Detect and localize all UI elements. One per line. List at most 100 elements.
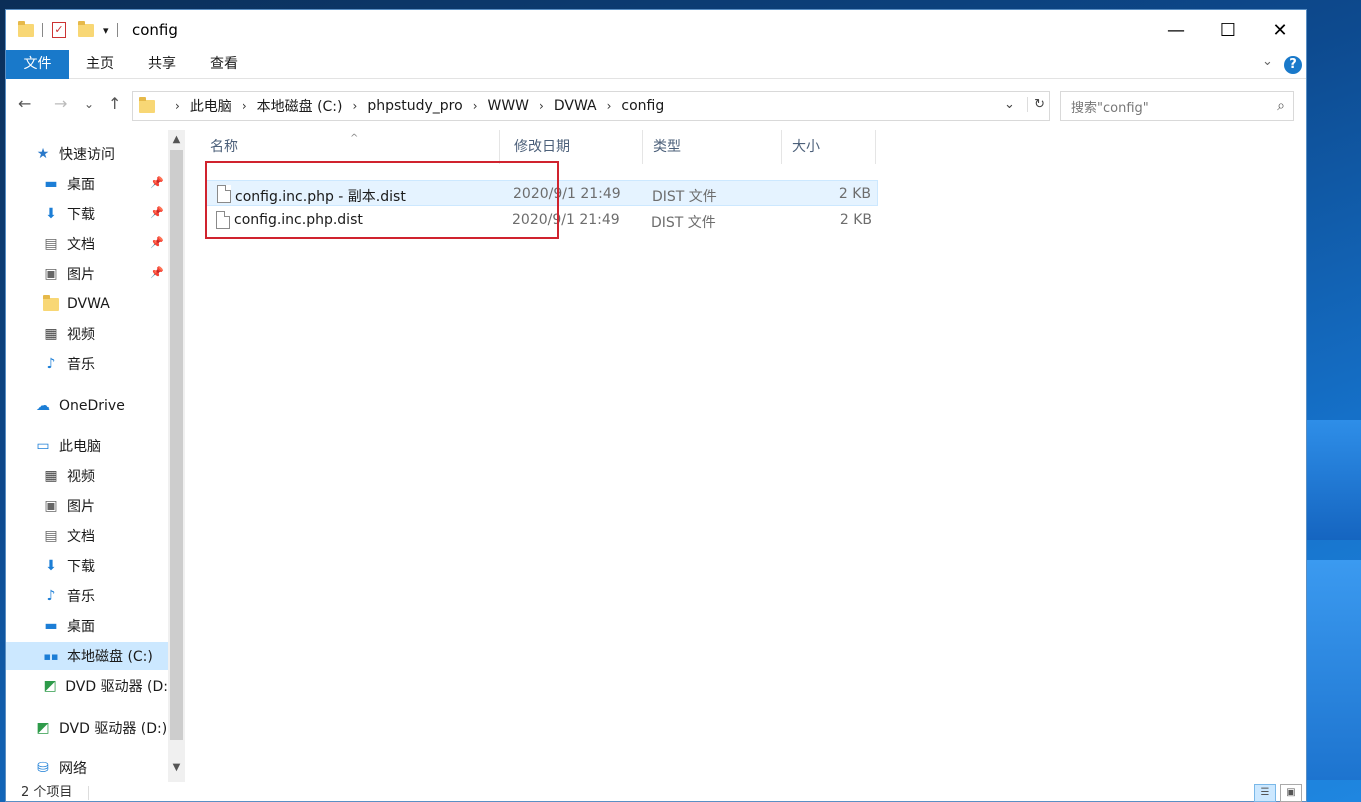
nav-pc-music[interactable]: ♪ 音乐 <box>6 582 168 610</box>
nav-dvd-drive[interactable]: ◩ DVD 驱动器 (D:) <box>6 714 168 742</box>
address-history-icon[interactable]: ⌄ <box>1004 97 1015 112</box>
title-bar: ✓ ▾ config — ☐ ✕ <box>6 10 1306 50</box>
up-icon[interactable]: ↑ <box>108 94 121 113</box>
nav-this-pc[interactable]: ▭ 此电脑 <box>6 432 168 460</box>
nav-pc-desktop[interactable]: ▬ 桌面 <box>6 612 168 640</box>
nav-pc-c-drive[interactable]: ▪▪ 本地磁盘 (C:) <box>6 642 168 670</box>
nav-item-documents[interactable]: ▤ 文档 📌 <box>6 230 168 258</box>
breadcrumb-www[interactable]: WWW <box>488 98 530 114</box>
navigation-pane: ★ 快速访问 ▬ 桌面 📌 ⬇ 下载 📌 ▤ 文档 📌 ▣ 图片 📌 DVWA <box>6 130 186 782</box>
desktop-icon: ▬ <box>44 176 58 192</box>
nav-pc-downloads[interactable]: ⬇ 下载 <box>6 552 168 580</box>
annotation-highlight-box <box>205 161 559 239</box>
nav-item-pictures[interactable]: ▣ 图片 📌 <box>6 260 168 288</box>
breadcrumb-phpstudy[interactable]: phpstudy_pro <box>367 98 462 114</box>
minimize-button[interactable]: — <box>1150 10 1202 50</box>
divider <box>116 23 118 37</box>
breadcrumb-dvwa[interactable]: DVWA <box>554 98 597 114</box>
back-icon[interactable]: ← <box>18 94 31 113</box>
cloud-icon: ☁ <box>36 398 50 414</box>
tab-view[interactable]: 查看 <box>202 50 246 79</box>
breadcrumb-separator[interactable]: › <box>473 99 478 113</box>
maximize-button[interactable]: ☐ <box>1202 10 1254 50</box>
nav-label: 下载 <box>67 207 95 223</box>
divider <box>42 23 43 37</box>
recent-locations-icon[interactable]: ⌄ <box>84 97 94 111</box>
nav-label: DVD 驱动器 (D: <box>65 679 168 695</box>
breadcrumb-separator[interactable]: › <box>175 99 180 113</box>
nav-item-desktop[interactable]: ▬ 桌面 📌 <box>6 170 168 198</box>
large-icons-view-icon[interactable]: ▣ <box>1280 784 1302 802</box>
nav-item-videos[interactable]: ▦ 视频 <box>6 320 168 348</box>
music-icon: ♪ <box>46 356 56 372</box>
help-icon[interactable]: ? <box>1284 56 1302 74</box>
nav-pc-pictures[interactable]: ▣ 图片 <box>6 492 168 520</box>
column-header-modified[interactable]: 修改日期 <box>504 130 643 164</box>
tab-file[interactable]: 文件 <box>6 50 69 79</box>
nav-label: 桌面 <box>67 177 95 193</box>
explorer-window: ✓ ▾ config — ☐ ✕ 文件 主页 共享 查看 ⌄ ? ← → ⌄ ↑… <box>5 9 1307 802</box>
address-bar[interactable]: › 此电脑 › 本地磁盘 (C:) › phpstudy_pro › WWW ›… <box>132 91 1050 121</box>
folder-icon <box>139 96 155 113</box>
close-button[interactable]: ✕ <box>1254 10 1306 50</box>
scroll-down-icon[interactable]: ▼ <box>168 758 185 778</box>
nav-pc-videos[interactable]: ▦ 视频 <box>6 462 168 490</box>
file-size: 2 KB <box>838 186 871 202</box>
breadcrumb-separator[interactable]: › <box>242 99 247 113</box>
scroll-thumb[interactable] <box>170 150 183 740</box>
new-folder-icon[interactable] <box>78 20 94 37</box>
properties-icon[interactable]: ✓ <box>52 22 66 38</box>
file-type: DIST 文件 <box>652 189 717 205</box>
nav-label: DVWA <box>67 296 110 312</box>
breadcrumb-separator[interactable]: › <box>353 99 358 113</box>
document-icon: ▤ <box>44 236 58 252</box>
nav-label: 文档 <box>67 237 95 253</box>
column-header-size[interactable]: 大小 <box>782 130 876 164</box>
video-icon: ▦ <box>44 468 58 484</box>
window-title: config <box>132 21 178 39</box>
nav-network[interactable]: ⛁ 网络 <box>6 754 168 782</box>
breadcrumb-separator[interactable]: › <box>607 99 612 113</box>
computer-icon: ▭ <box>36 438 50 454</box>
nav-label: 桌面 <box>67 619 95 635</box>
tab-share[interactable]: 共享 <box>140 50 184 79</box>
nav-item-dvwa[interactable]: DVWA <box>6 290 168 318</box>
star-icon: ★ <box>36 146 50 162</box>
breadcrumb-separator[interactable]: › <box>539 99 544 113</box>
picture-icon: ▣ <box>44 498 58 514</box>
tab-home[interactable]: 主页 <box>78 50 122 79</box>
scroll-up-icon[interactable]: ▲ <box>168 130 185 150</box>
column-header-type[interactable]: 类型 <box>643 130 782 164</box>
file-type: DIST 文件 <box>651 215 716 231</box>
nav-label: 网络 <box>59 761 87 777</box>
search-icon[interactable]: ⌕ <box>1277 98 1285 114</box>
customize-toolbar-icon[interactable]: ▾ <box>103 24 109 37</box>
video-icon: ▦ <box>44 326 58 342</box>
nav-label: 文档 <box>67 529 95 545</box>
column-header-name[interactable]: 名称 ^ <box>200 130 500 164</box>
dvd-icon: ◩ <box>36 720 50 736</box>
network-icon: ⛁ <box>37 760 49 776</box>
ribbon-tabs: 文件 主页 共享 查看 ⌄ ? <box>6 50 1306 79</box>
details-view-icon[interactable]: ☰ <box>1254 784 1276 802</box>
forward-icon[interactable]: → <box>54 94 67 113</box>
nav-pc-dvd[interactable]: ◩ DVD 驱动器 (D: <box>6 672 169 700</box>
nav-quick-access[interactable]: ★ 快速访问 <box>6 140 168 168</box>
music-icon: ♪ <box>46 588 56 604</box>
search-input[interactable]: 搜索"config" ⌕ <box>1060 91 1294 121</box>
nav-label: 本地磁盘 (C:) <box>67 649 153 665</box>
breadcrumb-c-drive[interactable]: 本地磁盘 (C:) <box>257 96 343 116</box>
quick-access-toolbar: ✓ ▾ <box>18 20 118 40</box>
pin-icon: 📌 <box>150 176 164 189</box>
refresh-icon[interactable]: ↻ <box>1027 97 1045 112</box>
nav-label: 图片 <box>67 499 95 515</box>
breadcrumb-this-pc[interactable]: 此电脑 <box>190 96 232 116</box>
breadcrumb-config[interactable]: config <box>621 98 664 114</box>
nav-item-music[interactable]: ♪ 音乐 <box>6 350 168 378</box>
pin-icon: 📌 <box>150 206 164 219</box>
nav-scrollbar[interactable]: ▲ ▼ <box>168 130 185 782</box>
nav-pc-documents[interactable]: ▤ 文档 <box>6 522 168 550</box>
expand-ribbon-icon[interactable]: ⌄ <box>1262 54 1273 69</box>
nav-item-downloads[interactable]: ⬇ 下载 📌 <box>6 200 168 228</box>
nav-onedrive[interactable]: ☁ OneDrive <box>6 392 168 420</box>
